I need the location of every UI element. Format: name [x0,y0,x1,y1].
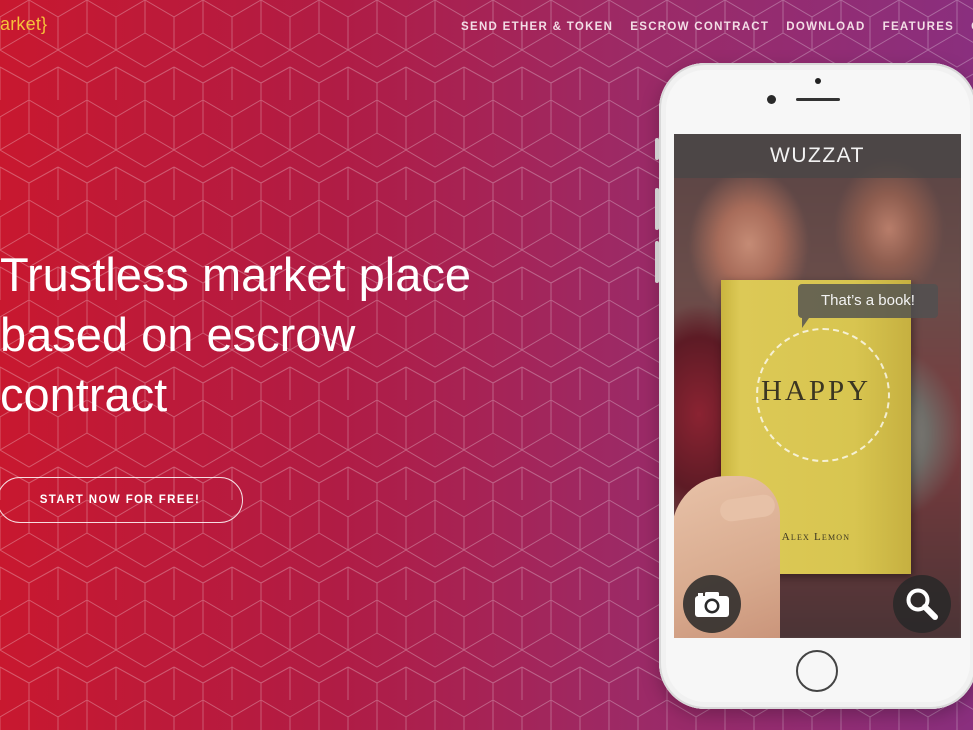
phone-speaker [796,98,840,101]
book-title: HAPPY [760,375,872,407]
bubble-tail [802,318,809,328]
start-now-button[interactable]: START NOW FOR FREE! [0,477,243,523]
phone-screen: HAPPY Alex Lemon WUZZAT That’s a book! [674,134,961,638]
home-button[interactable] [796,650,838,692]
top-navigation: SEND ETHER & TOKEN ESCROW CONTRACT DOWNL… [461,21,973,33]
magnifier-icon [906,588,938,620]
phone-front-camera [767,95,776,104]
phone-volume-up [655,188,659,230]
hero-headline-line-3: contract [0,368,168,421]
hero-headline-line-1: Trustless market place [0,248,472,301]
brand-logo[interactable]: arket} [0,14,47,35]
phone-mute-switch [655,138,659,160]
nav-escrow-contract[interactable]: ESCROW CONTRACT [630,21,769,33]
phone-sensor [815,78,821,84]
nav-send-ether-token[interactable]: SEND ETHER & TOKEN [461,21,613,33]
phone-volume-down [655,241,659,283]
camera-icon [695,592,729,617]
hero-headline: Trustless market place based on escrow c… [0,245,520,425]
phone-mockup: HAPPY Alex Lemon WUZZAT That’s a book! [655,63,973,709]
recognition-bubble: That’s a book! [798,284,938,318]
nav-download[interactable]: DOWNLOAD [786,21,865,33]
camera-button[interactable] [683,575,741,633]
hero-headline-line-2: based on escrow [0,308,356,361]
search-button[interactable] [893,575,951,633]
app-header: WUZZAT [674,134,961,178]
nav-features[interactable]: FEATURES [883,21,955,33]
